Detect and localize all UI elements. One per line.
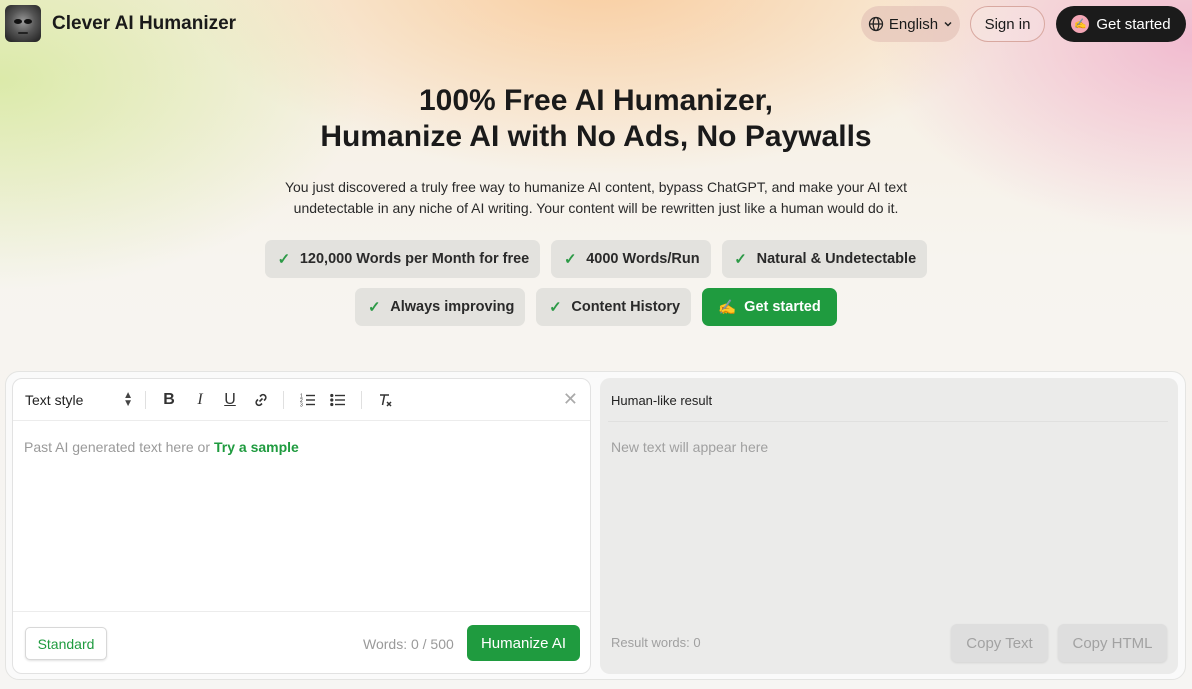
feature-row-2: ✓ Always improving ✓ Content History ✍️ Get… <box>0 288 1192 326</box>
input-placeholder[interactable]: Past AI generated text here or Try a samp… <box>24 439 299 455</box>
feature-label: 120,000 Words per Month for free <box>299 251 530 267</box>
logo[interactable] <box>5 5 41 42</box>
result-title: Human-like result <box>611 393 713 408</box>
feature-pill: ✓ Content History <box>536 288 692 326</box>
word-count: Words: 0 / 500 <box>363 636 454 652</box>
page-title: 100% Free AI Humanizer, Humanize AI with… <box>0 83 1192 155</box>
svg-text:3: 3 <box>300 403 303 409</box>
text-style-select[interactable]: Text style ▲ ▼ <box>25 390 133 409</box>
signin-button[interactable]: Sign in <box>970 6 1045 42</box>
check-icon: ✓ <box>277 251 291 268</box>
humanize-button[interactable]: Humanize AI <box>467 625 580 661</box>
input-editor: Text style ▲ ▼ B I U 123 ✕ Past AI genera… <box>12 378 591 674</box>
title-line-2: Humanize AI with No Ads, No Paywalls <box>320 120 872 153</box>
cta-label: Get started <box>744 299 821 315</box>
result-word-count: Result words: 0 <box>611 635 701 650</box>
editor-toolbar: Text style ▲ ▼ B I U 123 ✕ <box>13 379 590 421</box>
mode-standard-button[interactable]: Standard <box>25 627 107 660</box>
feature-label: Always improving <box>390 299 515 315</box>
feature-label: 4000 Words/Run <box>586 251 700 267</box>
copy-html-button[interactable]: Copy HTML <box>1058 624 1167 662</box>
brand-name[interactable]: Clever AI Humanizer <box>52 13 236 35</box>
subtitle-line-1: You just discovered a truly free way to … <box>284 179 908 195</box>
get-started-cta-button[interactable]: ✍️ Get started <box>702 288 837 326</box>
writing-hand-icon: ✍ <box>1071 15 1090 33</box>
toolbar-divider <box>145 391 146 409</box>
editor-footer: Standard Words: 0 / 500 Humanize AI <box>13 611 590 674</box>
feature-pill: ✓ Always improving <box>355 288 526 326</box>
ordered-list-icon[interactable]: 123 <box>297 389 319 411</box>
get-started-button[interactable]: ✍ Get started <box>1056 6 1186 42</box>
bold-icon[interactable]: B <box>158 389 180 411</box>
language-selector[interactable]: English <box>861 6 960 42</box>
result-placeholder: New text will appear here <box>611 439 769 455</box>
text-style-label: Text style <box>25 392 84 408</box>
feature-label: Content History <box>571 299 681 315</box>
toolbar-divider <box>283 391 284 409</box>
underline-icon[interactable]: U <box>219 389 241 411</box>
try-sample-link[interactable]: Try a sample <box>214 439 299 455</box>
clear-format-icon[interactable] <box>374 389 396 411</box>
italic-icon[interactable]: I <box>189 389 211 411</box>
close-icon[interactable]: ✕ <box>563 389 578 410</box>
title-line-1: 100% Free AI Humanizer, <box>418 84 774 117</box>
toolbar-divider <box>361 391 362 409</box>
copy-text-button[interactable]: Copy Text <box>951 624 1048 662</box>
language-label: English <box>888 15 939 33</box>
result-divider <box>608 421 1168 422</box>
writing-hand-icon: ✍️ <box>718 299 737 316</box>
placeholder-text: Past AI generated text here or <box>24 439 211 455</box>
header: Clever AI Humanizer English Sign in ✍ Ge… <box>0 0 1192 50</box>
check-icon: ✓ <box>734 251 747 268</box>
check-icon: ✓ <box>549 299 562 316</box>
result-panel: Human-like result New text will appear h… <box>600 378 1178 674</box>
check-icon: ✓ <box>367 299 381 316</box>
chevron-down-icon <box>944 21 952 27</box>
feature-pill: ✓ 120,000 Words per Month for free <box>264 240 541 278</box>
check-icon: ✓ <box>563 251 577 268</box>
feature-label: Natural & Undetectable <box>756 251 917 267</box>
subtitle-line-2: undetectable in any niche of AI writing.… <box>293 200 899 216</box>
get-started-label: Get started <box>1096 15 1171 33</box>
bullet-list-icon[interactable] <box>327 389 349 411</box>
link-icon[interactable] <box>250 389 272 411</box>
hero-subtitle: You just discovered a truly free way to … <box>246 177 946 219</box>
globe-icon <box>868 16 884 32</box>
select-arrows-icon: ▲ ▼ <box>123 390 133 409</box>
feature-pill: ✓ 4000 Words/Run <box>551 240 711 278</box>
feature-row-1: ✓ 120,000 Words per Month for free ✓ 4000 … <box>0 240 1192 278</box>
feature-pill: ✓ Natural & Undetectable <box>721 240 928 278</box>
